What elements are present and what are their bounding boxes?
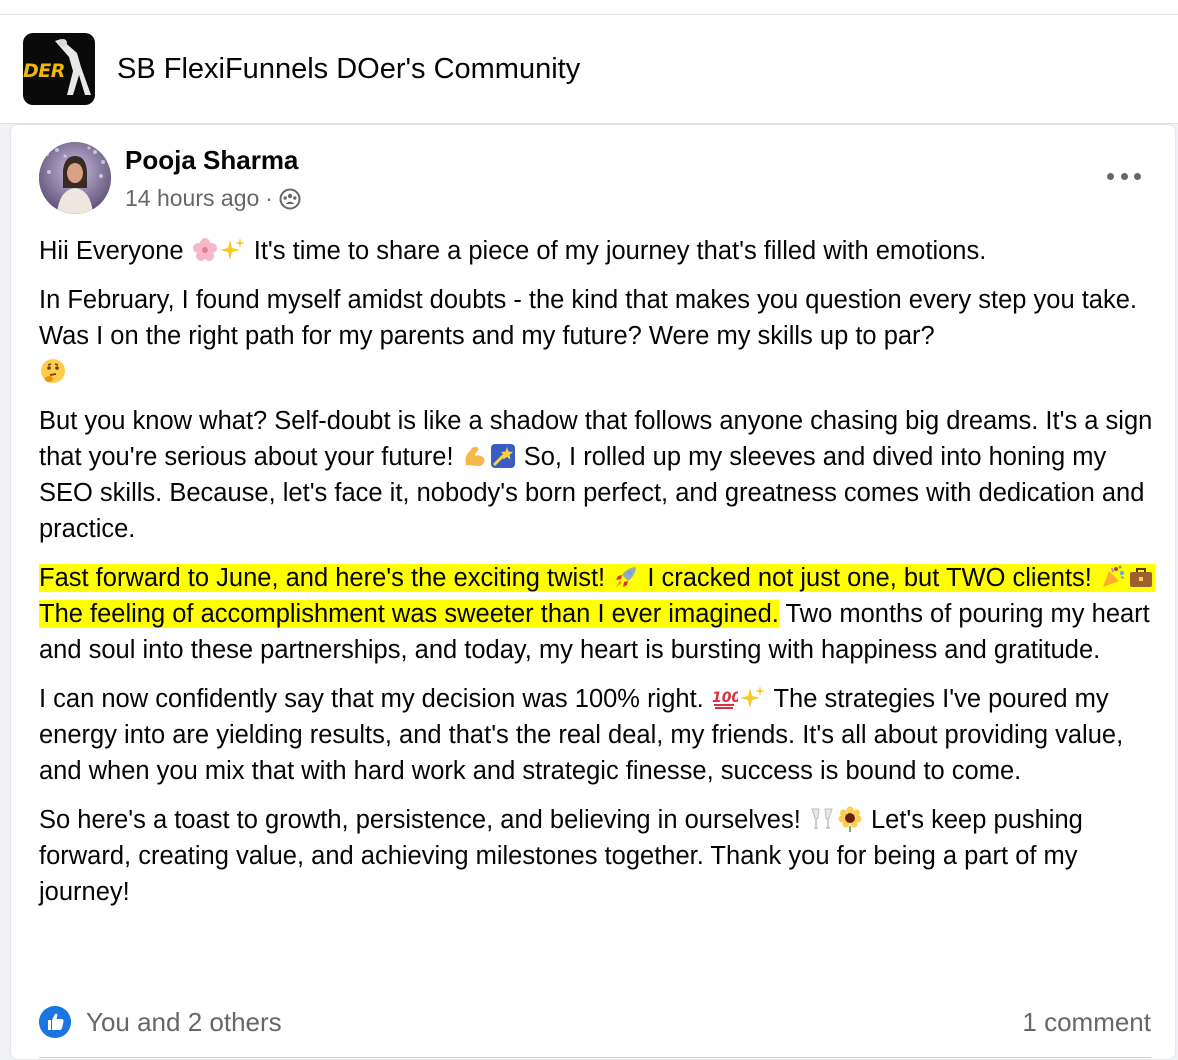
highlighted-text-c: The feeling of accomplishment was sweete… xyxy=(39,600,779,628)
rocket-icon xyxy=(616,567,637,587)
sparkles-icon xyxy=(219,238,245,260)
post-paragraph-1: Hii Everyone It's time to share a piece … xyxy=(39,233,1159,269)
p1-text-b: It's time to share a piece of my journey… xyxy=(246,237,987,265)
post-card: Pooja Sharma 14 hours ago · Hii Everyone… xyxy=(10,124,1176,1060)
sparkles-icon xyxy=(739,686,765,708)
highlighted-text-a: Fast forward to June, and here's the exc… xyxy=(39,564,613,592)
logo-text: DER xyxy=(23,60,65,82)
p2-text-a: In February, I found myself amidst doubt… xyxy=(39,286,1138,350)
likes-summary[interactable]: You and 2 others xyxy=(86,1007,282,1038)
rocket-emoji-wrap xyxy=(612,564,641,592)
post-paragraph-2: In February, I found myself amidst doubt… xyxy=(39,282,1159,390)
sunflower-icon xyxy=(838,806,862,832)
author-avatar[interactable] xyxy=(39,142,111,214)
group-audience-icon xyxy=(279,188,301,209)
post-paragraph-4: Fast forward to June, and here's the exc… xyxy=(39,560,1159,668)
avatar-photo-icon xyxy=(39,142,111,214)
clinking-glasses-icon xyxy=(811,808,833,829)
top-strip xyxy=(0,0,1178,15)
more-options-icon[interactable] xyxy=(1107,169,1141,183)
thinking-face-icon xyxy=(41,359,65,383)
meta-separator: · xyxy=(265,185,273,211)
author-name[interactable]: Pooja Sharma xyxy=(125,145,298,176)
post-timestamp[interactable]: 14 hours ago xyxy=(125,185,259,212)
group-header: DER SB FlexiFunnels DOer's Community xyxy=(0,15,1178,124)
briefcase-icon xyxy=(1129,568,1152,587)
emoji-wrap-2 xyxy=(1098,564,1155,592)
shooting-star-icon xyxy=(490,444,515,468)
svg-text:100: 100 xyxy=(712,690,738,706)
p5-text-a: I can now confidently say that my decisi… xyxy=(39,685,711,713)
group-name[interactable]: SB FlexiFunnels DOer's Community xyxy=(117,53,580,86)
post-paragraph-5: I can now confidently say that my decisi… xyxy=(39,681,1159,789)
like-reaction-icon[interactable] xyxy=(39,1006,71,1038)
hundred-points-icon: 100 xyxy=(712,690,738,709)
party-popper-icon xyxy=(1102,565,1125,587)
highlighted-text-b: I cracked not just one, but TWO clients! xyxy=(640,564,1099,592)
group-logo[interactable]: DER xyxy=(23,33,95,105)
comments-count[interactable]: 1 comment xyxy=(1022,1007,1151,1038)
post-paragraph-3: But you know what? Self-doubt is like a … xyxy=(39,403,1159,547)
post-footer: You and 2 others 1 comment xyxy=(39,1005,1151,1039)
flexed-biceps-icon xyxy=(465,446,485,466)
p6-text-a: So here's a toast to growth, persistence… xyxy=(39,806,808,834)
post-paragraph-6: So here's a toast to growth, persistence… xyxy=(39,802,1159,910)
cherry-blossom-icon xyxy=(192,238,217,261)
post-meta: 14 hours ago · xyxy=(125,185,301,212)
p1-text-a: Hii Everyone xyxy=(39,237,191,265)
post-body: Hii Everyone It's time to share a piece … xyxy=(39,233,1159,923)
footer-divider xyxy=(39,1057,1151,1058)
